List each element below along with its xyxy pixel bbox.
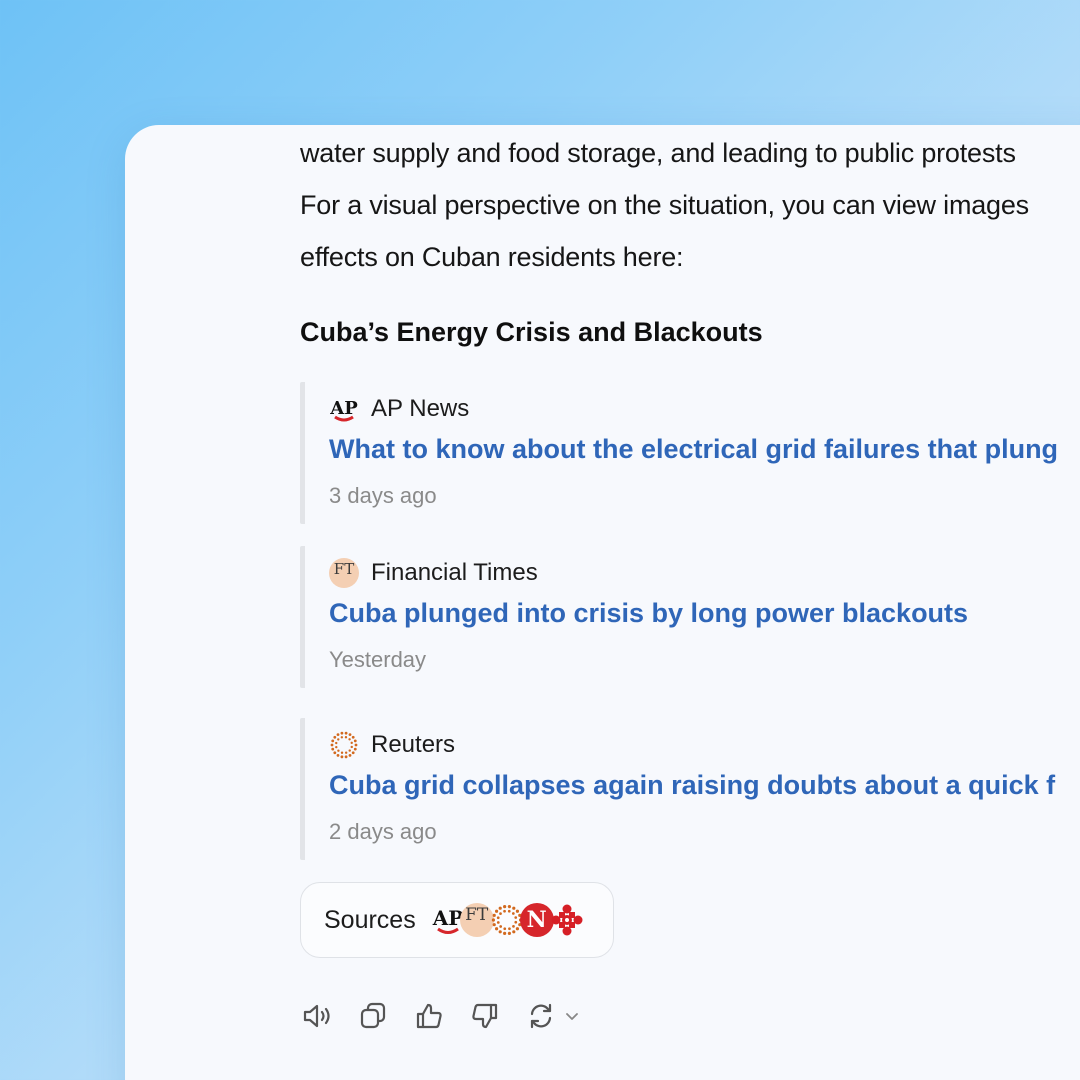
paragraph-line: For a visual perspective on the situatio…: [300, 190, 1029, 220]
article-timestamp: 2 days ago: [329, 819, 437, 844]
article-headline-link[interactable]: What to know about the electrical grid f…: [329, 434, 1058, 465]
paragraph-line: effects on Cuban residents here:: [300, 242, 684, 272]
sources-button[interactable]: Sources AP FT N: [300, 882, 614, 958]
thumbs-down-icon[interactable]: [468, 999, 502, 1033]
ft-logo-icon: FT: [329, 558, 359, 588]
source-icon-stack: AP FT N: [431, 902, 592, 938]
reuters-logo-icon: [329, 730, 359, 760]
article-headline-link[interactable]: Cuba grid collapses again raising doubts…: [329, 770, 1055, 801]
sources-label: Sources: [324, 905, 416, 934]
section-heading: Cuba’s Energy Crisis and Blackouts: [300, 317, 763, 347]
copy-icon[interactable]: [356, 999, 390, 1033]
read-aloud-icon[interactable]: [300, 999, 334, 1033]
svg-text:AP: AP: [432, 906, 463, 930]
article-source: Reuters: [329, 730, 455, 760]
regenerate-icon[interactable]: [524, 999, 558, 1033]
ft-logo-icon: FT: [459, 903, 494, 937]
svg-text:AP: AP: [329, 398, 358, 419]
article-card-financial-times: FT Financial Times Cuba plunged into cri…: [300, 546, 1080, 688]
article-headline-link[interactable]: Cuba plunged into crisis by long power b…: [329, 598, 968, 629]
article-card-ap-news: AP AP News What to know about the electr…: [300, 382, 1080, 524]
message-actions-toolbar: [300, 999, 604, 1033]
chevron-down-icon[interactable]: [562, 999, 582, 1033]
chat-panel: water supply and food storage, and leadi…: [125, 125, 1080, 1080]
cbc-logo-icon: [550, 903, 584, 937]
article-source: FT Financial Times: [329, 558, 538, 588]
article-source-name: Financial Times: [371, 559, 538, 586]
paragraph-line: water supply and food storage, and leadi…: [300, 138, 1016, 168]
article-timestamp: Yesterday: [329, 647, 427, 672]
n-logo-icon: N: [519, 903, 554, 937]
article-source: AP AP News: [329, 394, 469, 424]
article-card-reuters: Reuters Cuba grid collapses again raisin…: [300, 718, 1080, 860]
article-source-name: AP News: [371, 395, 470, 422]
article-source-name: Reuters: [371, 731, 456, 758]
article-timestamp: 3 days ago: [329, 483, 437, 508]
reuters-logo-icon: [490, 903, 524, 937]
thumbs-up-icon[interactable]: [412, 999, 446, 1033]
ap-logo-icon: AP: [329, 394, 359, 424]
